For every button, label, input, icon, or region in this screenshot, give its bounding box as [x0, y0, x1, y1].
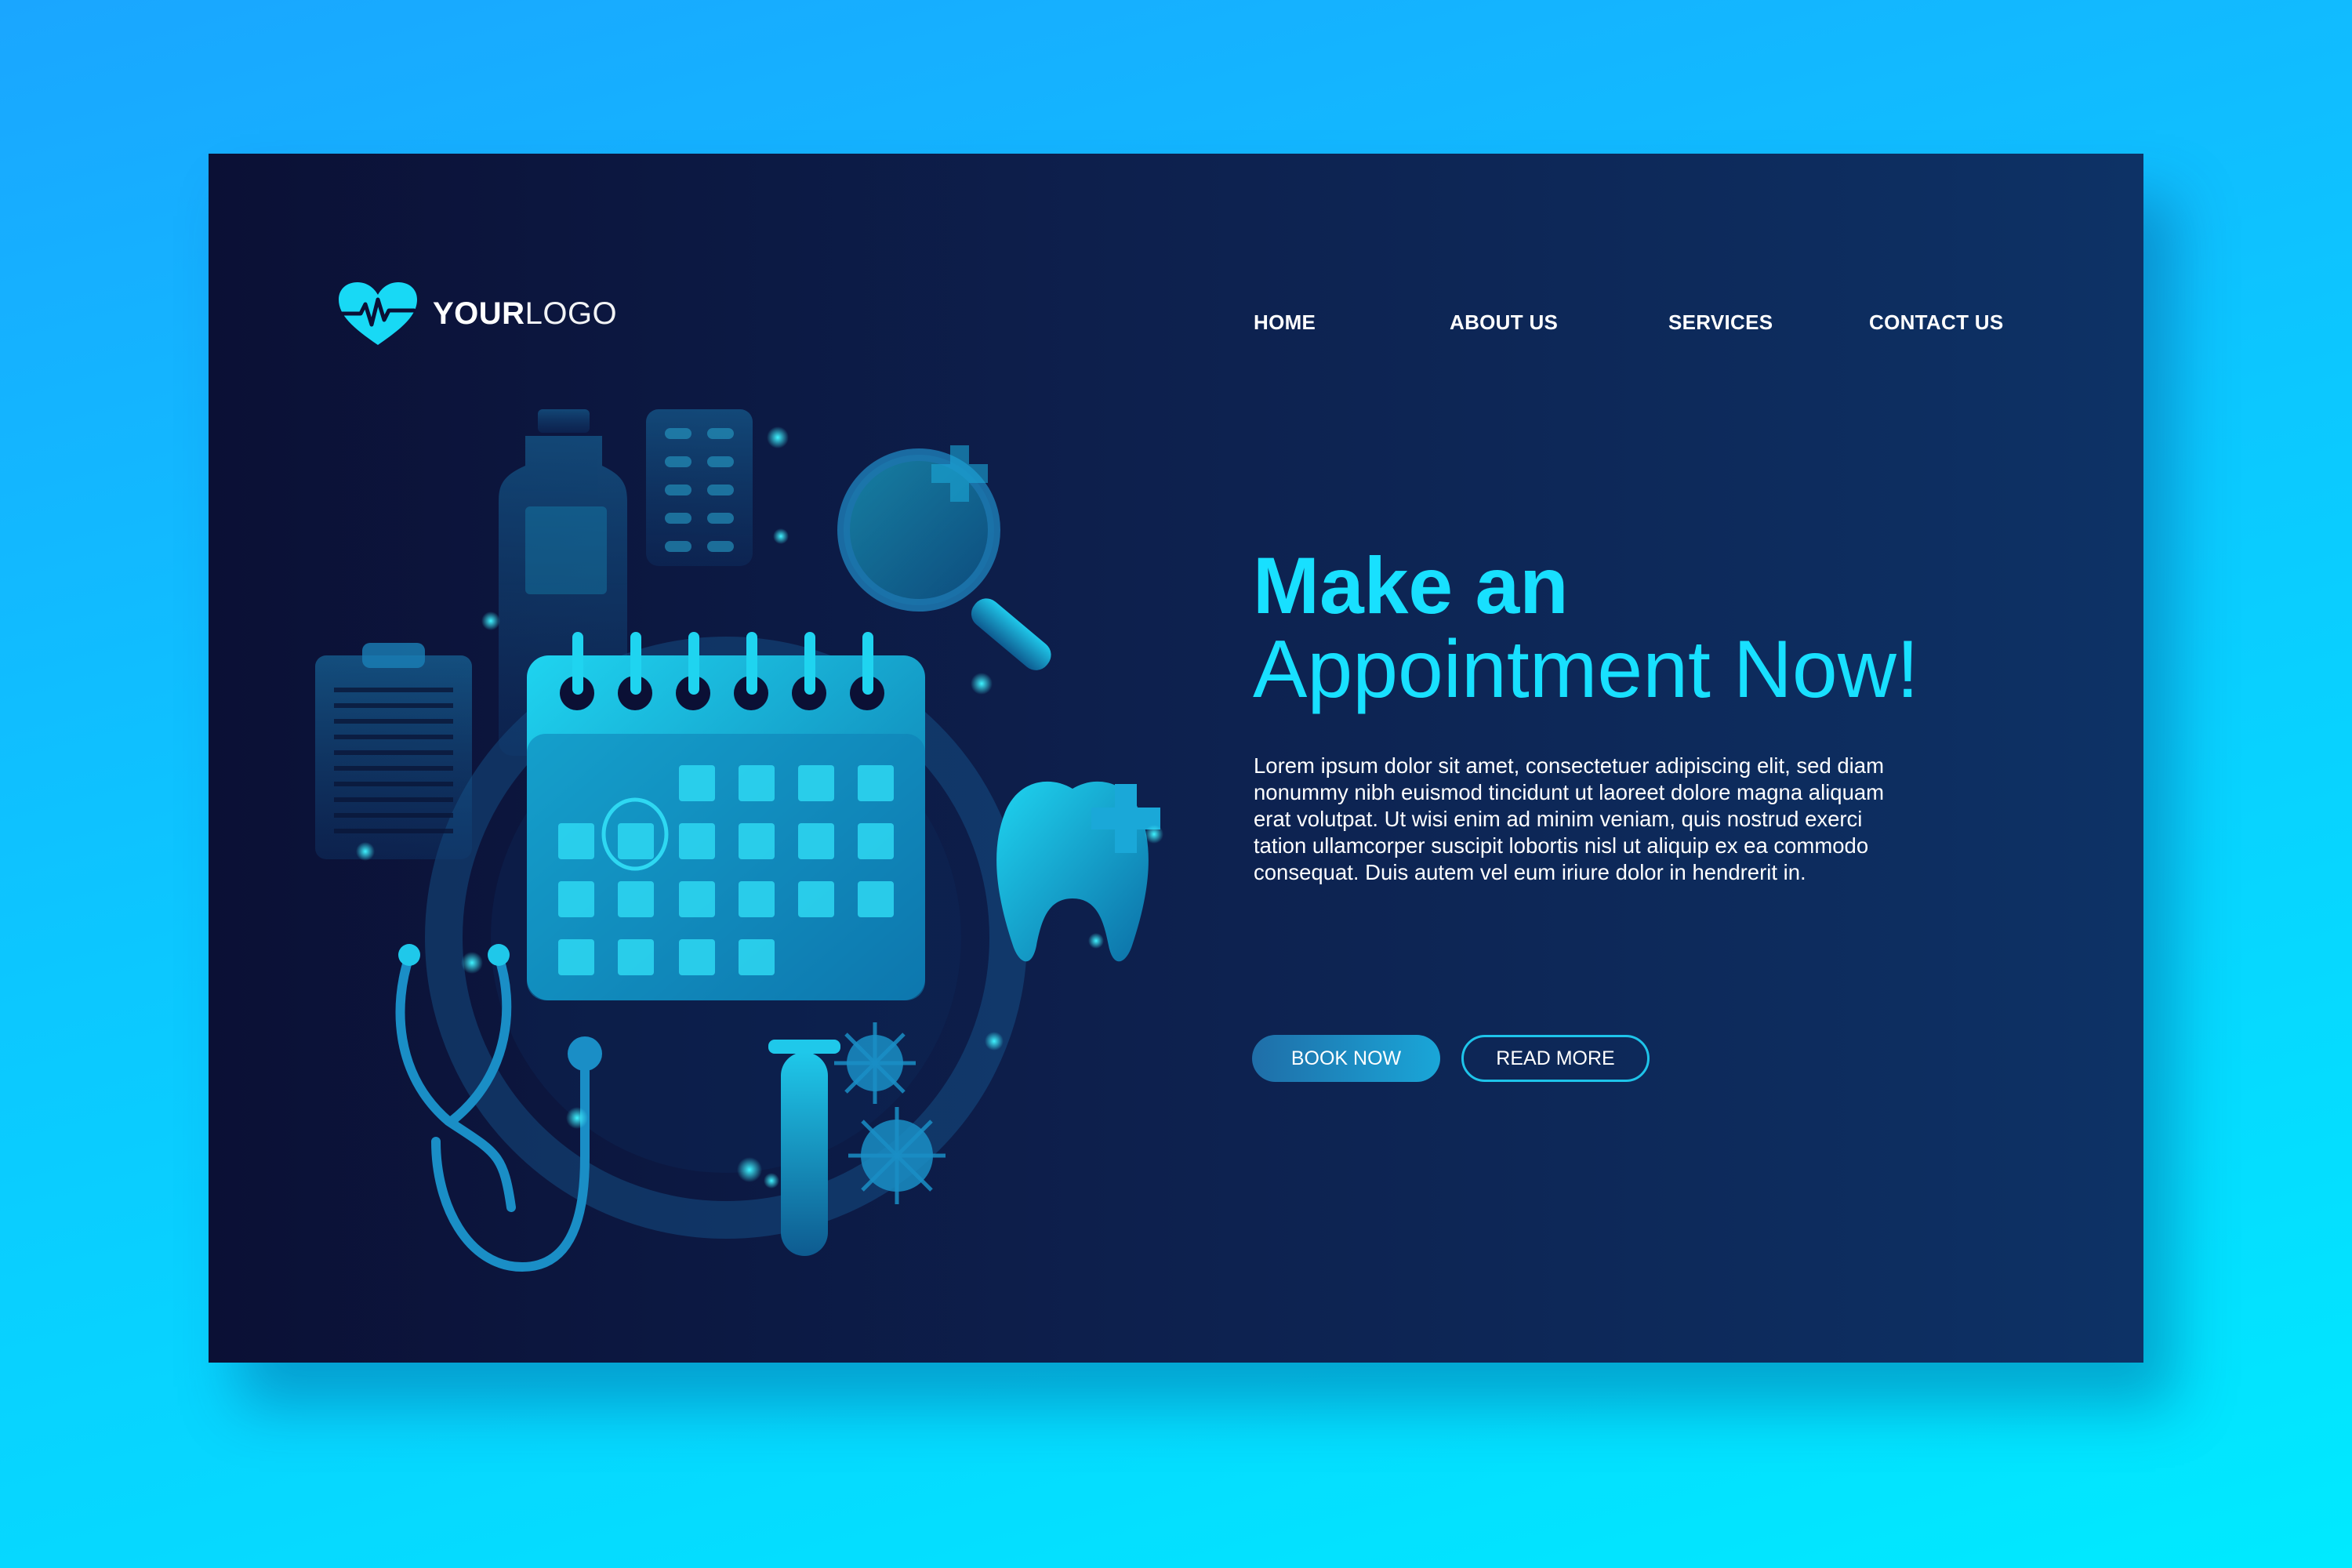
book-now-button[interactable]: BOOK NOW [1252, 1035, 1440, 1082]
nav-item-contact-us[interactable]: CONTACT US [1869, 310, 2004, 335]
hero-headline: Make an Appointment Now! [1253, 546, 2037, 710]
calendar-icon [527, 632, 925, 1000]
clipboard-icon [315, 643, 472, 859]
stethoscope-earpiece-left [398, 944, 420, 966]
medical-illustration [315, 409, 1163, 1272]
read-more-button[interactable]: READ MORE [1461, 1035, 1650, 1082]
pill-blister-icon [646, 409, 753, 566]
headline-line-1: Make an [1253, 541, 1569, 630]
magnifier-icon [837, 445, 1051, 670]
nav-item-services[interactable]: SERVICES [1668, 310, 1773, 335]
headline-line-2: Appointment Now! [1253, 624, 1919, 715]
nav-item-about-us[interactable]: ABOUT US [1450, 310, 1558, 335]
hero-description: Lorem ipsum dolor sit amet, consectetuer… [1254, 753, 1885, 884]
tooth-icon [996, 781, 1160, 962]
stethoscope-earpiece-right [488, 944, 510, 966]
landing-card: YOURLOGO HOME ABOUT US SERVICES CONTACT … [209, 154, 2143, 1363]
stethoscope-chestpiece [568, 1036, 602, 1071]
